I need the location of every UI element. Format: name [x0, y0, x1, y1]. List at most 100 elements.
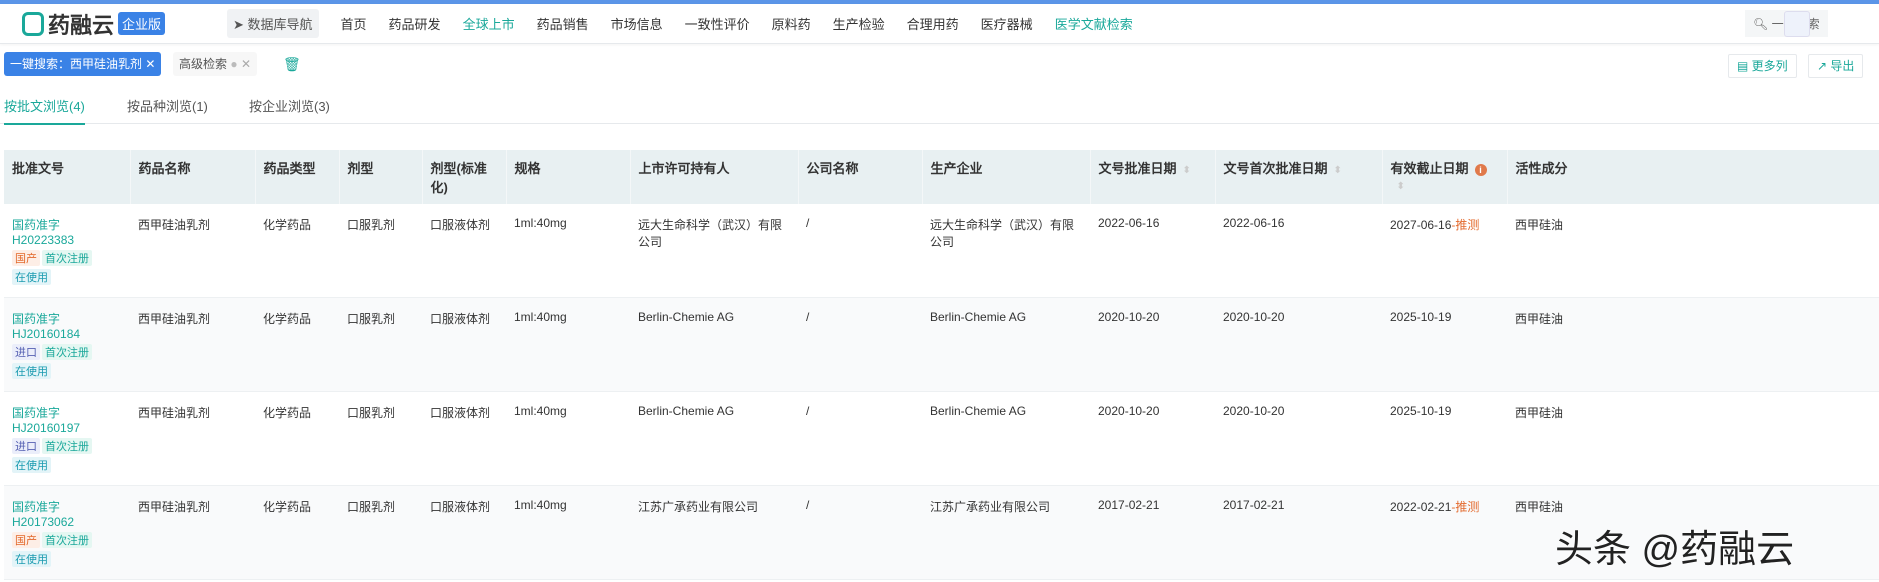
nav-item[interactable]: 医疗器械 [981, 14, 1033, 33]
close-icon[interactable]: ✕ [145, 57, 155, 71]
column-header-label: 有效截止日期 [1390, 161, 1469, 176]
export-button[interactable]: ↗ 导出 [1808, 54, 1864, 78]
approval-number-link[interactable]: 国药准字HJ20160184 [12, 312, 80, 341]
more-columns-button[interactable]: ▤ 更多列 [1728, 54, 1797, 78]
approval-number-link[interactable]: 国药准字H20173062 [12, 500, 74, 529]
edition-badge: 企业版 [118, 12, 166, 35]
nav-item[interactable]: 首页 [341, 14, 367, 33]
nav-item[interactable]: 全球上市 [463, 14, 515, 33]
cell-maker: Berlin-Chemie AG [922, 391, 1090, 486]
cell-expire: 2025-10-19 [1382, 297, 1507, 392]
database-nav-label: 数据库导航 [247, 17, 313, 32]
cell-active: 西甲硅油 [1507, 204, 1879, 298]
cell-form: 口服乳剂 [339, 485, 422, 580]
column-header-label: 上市许可持有人 [638, 161, 730, 176]
column-header-label: 活性成分 [1515, 161, 1568, 176]
cell-date: 2020-10-20 [1090, 297, 1215, 392]
status-tag: 首次注册 [42, 250, 92, 266]
cell-form-std: 口服液体剂 [422, 391, 506, 486]
cell-type: 化学药品 [255, 204, 339, 298]
watermark: 头条 @药融云 [1555, 529, 1795, 571]
expire-date: 2025-10-19 [1390, 404, 1452, 418]
cell-form: 口服乳剂 [339, 391, 422, 486]
column-header: 药品类型 [255, 150, 340, 204]
cell-first-date: 2020-10-20 [1215, 391, 1382, 486]
cell-form-std: 口服液体剂 [422, 485, 506, 580]
sort-icon[interactable]: ⬍ [1183, 165, 1191, 176]
cell-maker: 江苏广承药业有限公司 [922, 485, 1090, 580]
advanced-search-chip[interactable]: 高级检索 ● ✕ [173, 52, 258, 76]
column-header-label: 公司名称 [806, 161, 859, 176]
cell-form-std: 口服液体剂 [422, 297, 506, 392]
database-nav-button[interactable]: ➤ 数据库导航 [227, 9, 319, 38]
table-row: 国药准字HJ20160184 进口 首次注册 在使用 西甲硅油乳剂 化学药品 口服乳剂 口服液… [4, 297, 1879, 392]
column-header[interactable]: 有效截止日期 i ⬍ [1382, 150, 1508, 204]
status-tag: 进口 [12, 438, 40, 454]
sort-icon[interactable]: ⬍ [1334, 165, 1342, 176]
column-header-label: 剂型 [347, 161, 374, 176]
approval-number-link[interactable]: 国药准字H20223383 [12, 218, 74, 247]
cell-name: 西甲硅油乳剂 [130, 485, 255, 580]
column-header: 批准文号 [4, 150, 131, 204]
expire-date: 2025-10-19 [1390, 310, 1452, 324]
close-icon[interactable]: ✕ [241, 57, 251, 71]
cell-expire: 2022-02-21-推测 [1382, 485, 1507, 580]
info-icon: ● [230, 57, 238, 71]
trash-icon[interactable]: 🗑︎ [283, 56, 301, 73]
column-header-label: 文号首次批准日期 [1223, 161, 1328, 176]
logo[interactable]: 药融云 企业版 [22, 8, 222, 40]
column-header: 生产企业 [922, 150, 1091, 204]
column-header[interactable]: 文号首次批准日期 ⬍ [1215, 150, 1383, 204]
nav-item[interactable]: 生产检验 [833, 14, 885, 33]
cell-date: 2022-06-16 [1090, 204, 1215, 298]
column-header[interactable]: 文号批准日期 ⬍ [1090, 150, 1216, 204]
cell-holder: Berlin-Chemie AG [630, 391, 798, 486]
inferred-label: -推测 [1451, 218, 1480, 232]
cell-date: 2017-02-21 [1090, 485, 1215, 580]
table-row: 国药准字H20223383 国产 首次注册 在使用 西甲硅油乳剂 化学药品 口服乳剂 口服液体… [4, 204, 1879, 298]
tab-by-variety[interactable]: 按品种浏览(1) [127, 96, 208, 115]
nav-item[interactable]: 一致性评价 [685, 14, 750, 33]
tab-by-company[interactable]: 按企业浏览(3) [249, 96, 330, 115]
sort-icon[interactable]: ⬍ [1397, 181, 1405, 192]
column-header-label: 药品类型 [263, 161, 316, 176]
cell-spec: 1ml:40mg [506, 485, 630, 580]
status-tag: 在使用 [12, 269, 51, 285]
status-tag: 在使用 [12, 457, 51, 473]
info-icon[interactable]: i [1474, 164, 1487, 176]
nav-item[interactable]: 医学文献检索 [1055, 14, 1133, 33]
results-table: 批准文号 药品名称 药品类型 剂型 剂型(标准化) 规格 上市许可持有人 公司名称 生产企业 文号… [4, 150, 1879, 580]
expire-date: 2027-06-16 [1390, 218, 1452, 232]
column-header-label: 生产企业 [930, 161, 983, 176]
column-header: 剂型(标准化) [422, 150, 507, 204]
cell-first-date: 2020-10-20 [1215, 297, 1382, 392]
cell-first-date: 2022-06-16 [1215, 204, 1382, 298]
column-header-label: 文号批准日期 [1098, 161, 1177, 176]
cell-holder: 远大生命科学（武汉）有限公司 [630, 204, 798, 298]
filter-bar: 一键搜索：西甲硅油乳剂 ✕ 高级检索 ● ✕ 🗑︎ ▤ 更多列 ↗ 导出 [0, 44, 1879, 84]
cell-expire: 2025-10-19 [1382, 391, 1507, 486]
column-header: 上市许可持有人 [630, 150, 799, 204]
status-tag: 进口 [12, 344, 40, 360]
nav-item[interactable]: 药品销售 [537, 14, 589, 33]
cell-type: 化学药品 [255, 391, 339, 486]
column-header: 剂型 [339, 150, 423, 204]
tab-by-approval[interactable]: 按批文浏览(4) [4, 96, 85, 125]
logo-text: 药融云 [48, 12, 115, 38]
search-chip[interactable]: 一键搜索：西甲硅油乳剂 ✕ [4, 52, 162, 76]
nav-item[interactable]: 合理用药 [907, 14, 959, 33]
column-header: 药品名称 [130, 150, 256, 204]
nav-items: 首页 药品研发 全球上市 药品销售 市场信息 一致性评价 原料药 生产检验 合理用药 医疗器械 医学… [319, 14, 1133, 33]
column-header: 公司名称 [798, 150, 923, 204]
cell-active: 西甲硅油 [1507, 297, 1879, 392]
nav-item[interactable]: 原料药 [772, 14, 811, 33]
nav-item[interactable]: 市场信息 [611, 14, 663, 33]
cell-spec: 1ml:40mg [506, 391, 630, 486]
status-tag: 首次注册 [42, 532, 92, 548]
avatar[interactable] [1784, 10, 1810, 37]
cell-form: 口服乳剂 [339, 297, 422, 392]
approval-number-link[interactable]: 国药准字HJ20160197 [12, 406, 80, 435]
nav-item[interactable]: 药品研发 [389, 14, 441, 33]
more-columns-label: 更多列 [1751, 59, 1788, 73]
status-tag: 在使用 [12, 363, 51, 379]
